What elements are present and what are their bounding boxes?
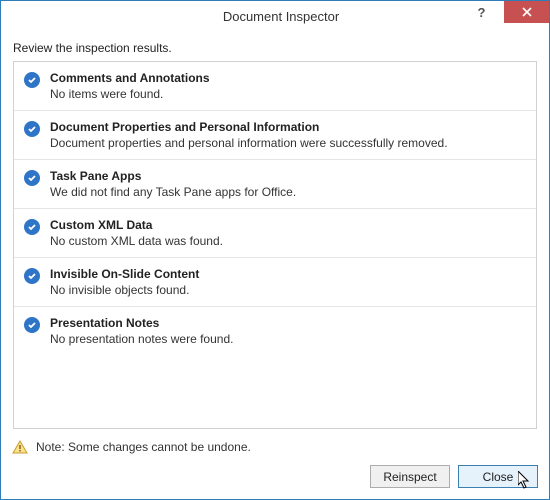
- button-row: Reinspect Close: [12, 465, 538, 488]
- close-button[interactable]: Close: [458, 465, 538, 488]
- result-desc: No invisible objects found.: [50, 283, 526, 297]
- check-icon: [22, 219, 42, 235]
- result-item: Comments and Annotations No items were f…: [14, 62, 536, 111]
- check-icon: [22, 268, 42, 284]
- result-desc: No custom XML data was found.: [50, 234, 526, 248]
- result-title: Document Properties and Personal Informa…: [50, 120, 526, 134]
- result-title: Presentation Notes: [50, 316, 526, 330]
- result-title: Comments and Annotations: [50, 71, 526, 85]
- result-item: Document Properties and Personal Informa…: [14, 111, 536, 160]
- result-desc: Document properties and personal informa…: [50, 136, 526, 150]
- result-item: Presentation Notes No presentation notes…: [14, 307, 536, 355]
- reinspect-button[interactable]: Reinspect: [370, 465, 450, 488]
- title-bar: Document Inspector ?: [1, 1, 549, 31]
- result-title: Task Pane Apps: [50, 169, 526, 183]
- check-icon: [22, 121, 42, 137]
- result-item: Custom XML Data No custom XML data was f…: [14, 209, 536, 258]
- result-desc: No items were found.: [50, 87, 526, 101]
- result-item: Task Pane Apps We did not find any Task …: [14, 160, 536, 209]
- instruction-text: Review the inspection results.: [13, 41, 537, 55]
- result-desc: We did not find any Task Pane apps for O…: [50, 185, 526, 199]
- check-icon: [22, 317, 42, 333]
- result-item: Invisible On-Slide Content No invisible …: [14, 258, 536, 307]
- dialog-footer: Note: Some changes cannot be undone. Rei…: [0, 429, 550, 500]
- result-desc: No presentation notes were found.: [50, 332, 526, 346]
- window-close-button[interactable]: [504, 1, 549, 23]
- warning-icon: [12, 439, 28, 455]
- results-panel: Comments and Annotations No items were f…: [13, 61, 537, 429]
- note-text: Note: Some changes cannot be undone.: [36, 440, 251, 454]
- result-title: Custom XML Data: [50, 218, 526, 232]
- check-icon: [22, 72, 42, 88]
- check-icon: [22, 170, 42, 186]
- dialog-content: Review the inspection results. Comments …: [1, 31, 549, 441]
- window-controls: ?: [459, 1, 549, 31]
- result-title: Invisible On-Slide Content: [50, 267, 526, 281]
- help-button[interactable]: ?: [459, 1, 504, 23]
- note-row: Note: Some changes cannot be undone.: [12, 439, 538, 455]
- close-icon: [522, 7, 532, 17]
